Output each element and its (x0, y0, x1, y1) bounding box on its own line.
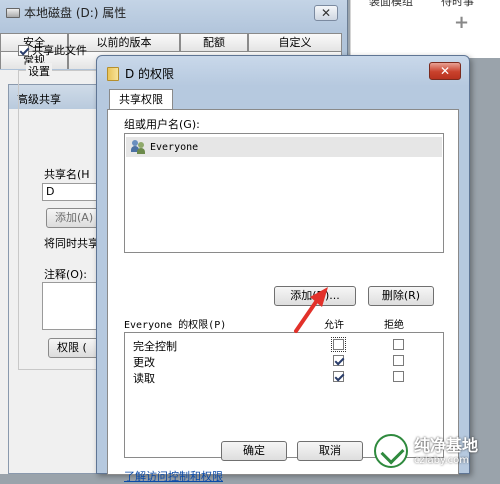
settings-label: 设置 (26, 63, 52, 79)
perm-name: 读取 (133, 372, 155, 385)
share-name-label: 共享名(H (44, 168, 90, 181)
change-deny-checkbox[interactable] (393, 355, 404, 366)
share-folder-label: 共享此文件 (32, 44, 87, 57)
perm-name: 更改 (133, 356, 155, 369)
desktop-item-2[interactable]: 待时事 (441, 0, 474, 9)
share-folder-checkbox[interactable] (18, 44, 29, 56)
watermark-subtitle: czlaby.com (414, 454, 470, 466)
comment-label: 注释(O): (44, 268, 87, 281)
watermark-title: 纯净基地 (414, 435, 479, 455)
share-folder-row[interactable]: 共享此文件 (18, 42, 87, 58)
cancel-button[interactable]: 取消 (297, 441, 363, 461)
help-link[interactable]: 了解访问控制和权限 (124, 468, 223, 484)
permissions-dialog: D 的权限 ✕ 共享权限 组或用户名(G): Everyone 添加(D)...… (96, 55, 470, 483)
tab-customize[interactable]: 自定义 (248, 33, 342, 51)
read-allow-checkbox[interactable] (333, 371, 344, 382)
share-permissions-panel: 组或用户名(G): Everyone 添加(D)... 删除(R) Everyo… (107, 109, 459, 483)
perm-row-change: 更改 (125, 353, 443, 369)
user-row-everyone[interactable]: Everyone (126, 137, 442, 157)
properties-title-text: 本地磁盘 (D:) 属性 (24, 6, 127, 20)
desktop-item-1[interactable]: 装面模组 (369, 0, 413, 9)
deny-header: 拒绝 (384, 320, 404, 331)
perm-name: 完全控制 (133, 340, 177, 353)
permissions-for-label: Everyone 的权限(P) (124, 320, 227, 331)
red-arrow-icon (294, 287, 328, 333)
users-group-icon (130, 140, 146, 154)
properties-title: 本地磁盘 (D:) 属性 (6, 4, 126, 21)
group-users-label: 组或用户名(G): (124, 118, 200, 131)
drive-icon (6, 7, 20, 18)
users-listbox[interactable]: Everyone (124, 133, 444, 253)
permissions-title-text: D 的权限 (125, 67, 175, 81)
watermark: 纯净基地 czlaby.com (374, 430, 498, 472)
full-control-deny-checkbox[interactable] (393, 339, 404, 350)
tab-quota[interactable]: 配额 (180, 33, 248, 51)
watermark-logo-icon (374, 434, 408, 468)
read-deny-checkbox[interactable] (393, 371, 404, 382)
add-icon[interactable]: + (454, 12, 469, 33)
permissions-title: D 的权限 (107, 65, 174, 82)
user-name: Everyone (150, 141, 199, 153)
desktop-strip: 装面模组 待时事 + (350, 0, 500, 58)
change-allow-checkbox[interactable] (333, 355, 344, 366)
tab-share-permissions[interactable]: 共享权限 (109, 89, 173, 110)
ok-button[interactable]: 确定 (221, 441, 287, 461)
perm-row-read: 读取 (125, 369, 443, 385)
remove-user-button[interactable]: 删除(R) (368, 286, 434, 306)
folder-icon (107, 66, 119, 81)
perm-row-full-control: 完全控制 (125, 337, 443, 353)
full-control-allow-checkbox[interactable] (331, 337, 346, 352)
limit-users-label: 将同时共享 (44, 237, 99, 250)
properties-close-button[interactable]: ✕ (314, 5, 338, 21)
permissions-close-button[interactable]: ✕ (429, 62, 461, 80)
